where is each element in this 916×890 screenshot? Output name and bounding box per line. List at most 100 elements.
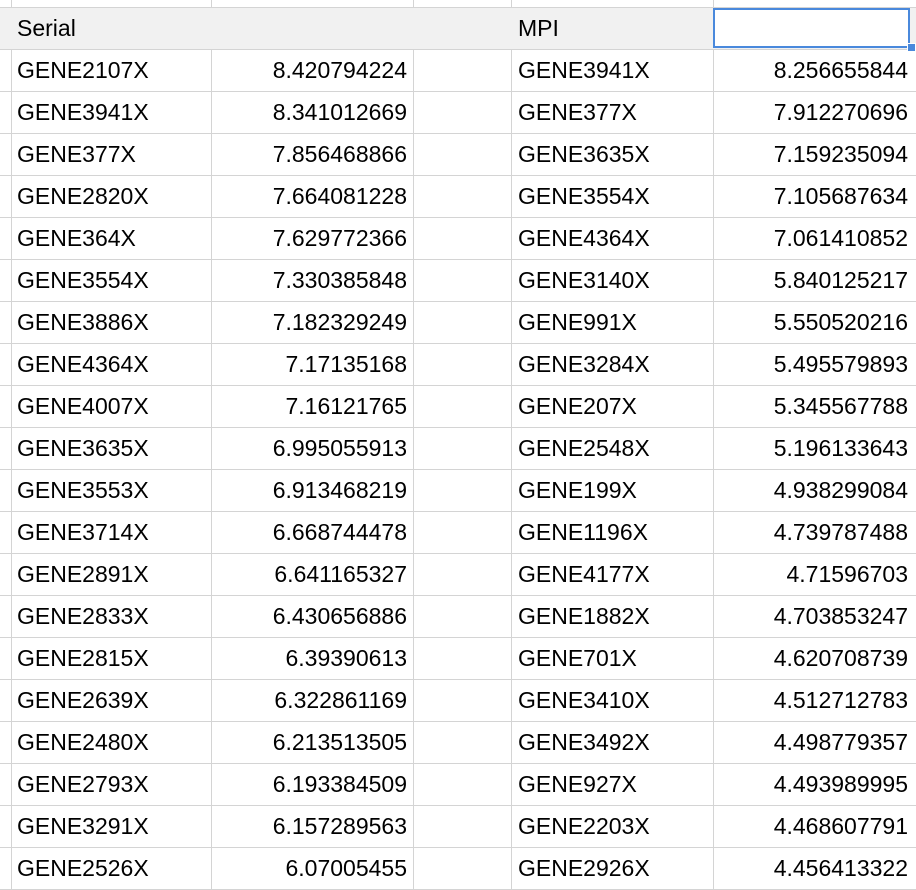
serial-gene-cell[interactable]: GENE2833X [11, 596, 211, 637]
serial-gene-cell[interactable]: GENE2526X [11, 848, 211, 889]
mpi-gene-cell[interactable]: GENE377X [511, 92, 713, 133]
serial-gene-cell[interactable]: GENE3714X [11, 512, 211, 553]
serial-value-cell[interactable]: 6.193384509 [211, 764, 413, 805]
serial-value-cell[interactable]: 6.668744478 [211, 512, 413, 553]
serial-gene-cell[interactable]: GENE364X [11, 218, 211, 259]
empty-cell[interactable] [413, 554, 511, 595]
empty-cell[interactable] [413, 428, 511, 469]
empty-cell[interactable] [413, 764, 511, 805]
mpi-gene-cell[interactable]: GENE3941X [511, 50, 713, 91]
serial-gene-cell[interactable]: GENE2815X [11, 638, 211, 679]
serial-value-cell[interactable]: 6.157289563 [211, 806, 413, 847]
mpi-value-cell[interactable]: 5.495579893 [713, 344, 916, 385]
mpi-gene-cell[interactable]: GENE199X [511, 470, 713, 511]
serial-gene-cell[interactable]: GENE2639X [11, 680, 211, 721]
empty-cell[interactable] [413, 176, 511, 217]
serial-gene-cell[interactable]: GENE4364X [11, 344, 211, 385]
mpi-gene-cell[interactable]: GENE3284X [511, 344, 713, 385]
empty-cell[interactable] [413, 470, 511, 511]
mpi-value-cell[interactable]: 7.105687634 [713, 176, 916, 217]
mpi-gene-cell[interactable]: GENE207X [511, 386, 713, 427]
mpi-value-cell[interactable]: 4.71596703 [713, 554, 916, 595]
serial-gene-cell[interactable]: GENE3941X [11, 92, 211, 133]
mpi-value-cell[interactable]: 5.196133643 [713, 428, 916, 469]
serial-value-cell[interactable]: 6.39390613 [211, 638, 413, 679]
serial-gene-cell[interactable]: GENE2480X [11, 722, 211, 763]
active-cell-selection[interactable] [713, 8, 910, 48]
mpi-value-cell[interactable]: 4.703853247 [713, 596, 916, 637]
fill-handle[interactable] [907, 43, 916, 52]
empty-cell[interactable] [413, 680, 511, 721]
mpi-gene-cell[interactable]: GENE1196X [511, 512, 713, 553]
mpi-value-cell[interactable]: 4.512712783 [713, 680, 916, 721]
mpi-gene-cell[interactable]: GENE2203X [511, 806, 713, 847]
empty-cell[interactable] [413, 512, 511, 553]
empty-cell[interactable] [413, 638, 511, 679]
serial-gene-cell[interactable]: GENE2793X [11, 764, 211, 805]
header-cell-b[interactable] [211, 8, 413, 49]
mpi-gene-cell[interactable]: GENE3635X [511, 134, 713, 175]
empty-cell[interactable] [413, 302, 511, 343]
empty-cell[interactable] [413, 722, 511, 763]
serial-value-cell[interactable]: 6.995055913 [211, 428, 413, 469]
mpi-value-cell[interactable]: 5.840125217 [713, 260, 916, 301]
serial-value-cell[interactable]: 6.641165327 [211, 554, 413, 595]
mpi-gene-cell[interactable]: GENE701X [511, 638, 713, 679]
mpi-value-cell[interactable]: 7.159235094 [713, 134, 916, 175]
mpi-value-cell[interactable]: 4.620708739 [713, 638, 916, 679]
serial-value-cell[interactable]: 7.330385848 [211, 260, 413, 301]
serial-value-cell[interactable]: 7.17135168 [211, 344, 413, 385]
mpi-value-cell[interactable]: 4.468607791 [713, 806, 916, 847]
mpi-gene-cell[interactable]: GENE3410X [511, 680, 713, 721]
serial-value-cell[interactable]: 8.420794224 [211, 50, 413, 91]
mpi-gene-cell[interactable]: GENE927X [511, 764, 713, 805]
mpi-gene-cell[interactable]: GENE4364X [511, 218, 713, 259]
mpi-value-cell[interactable]: 4.456413322 [713, 848, 916, 889]
serial-gene-cell[interactable]: GENE3553X [11, 470, 211, 511]
empty-cell[interactable] [413, 386, 511, 427]
mpi-value-cell[interactable]: 5.345567788 [713, 386, 916, 427]
mpi-gene-cell[interactable]: GENE2548X [511, 428, 713, 469]
serial-value-cell[interactable]: 7.16121765 [211, 386, 413, 427]
mpi-value-cell[interactable]: 4.493989995 [713, 764, 916, 805]
serial-gene-cell[interactable]: GENE2107X [11, 50, 211, 91]
header-cell-mpi[interactable]: MPI [511, 8, 713, 49]
serial-value-cell[interactable]: 7.856468866 [211, 134, 413, 175]
mpi-value-cell[interactable]: 8.256655844 [713, 50, 916, 91]
mpi-value-cell[interactable]: 7.061410852 [713, 218, 916, 259]
empty-cell[interactable] [413, 92, 511, 133]
empty-cell[interactable] [413, 134, 511, 175]
serial-value-cell[interactable]: 6.07005455 [211, 848, 413, 889]
mpi-value-cell[interactable]: 4.938299084 [713, 470, 916, 511]
mpi-gene-cell[interactable]: GENE3554X [511, 176, 713, 217]
empty-cell[interactable] [413, 848, 511, 889]
empty-cell[interactable] [413, 50, 511, 91]
serial-gene-cell[interactable]: GENE2891X [11, 554, 211, 595]
mpi-value-cell[interactable]: 7.912270696 [713, 92, 916, 133]
serial-gene-cell[interactable]: GENE3291X [11, 806, 211, 847]
empty-cell[interactable] [413, 218, 511, 259]
mpi-gene-cell[interactable]: GENE3492X [511, 722, 713, 763]
serial-value-cell[interactable]: 6.430656886 [211, 596, 413, 637]
serial-gene-cell[interactable]: GENE3886X [11, 302, 211, 343]
mpi-gene-cell[interactable]: GENE3140X [511, 260, 713, 301]
empty-cell[interactable] [413, 344, 511, 385]
serial-gene-cell[interactable]: GENE4007X [11, 386, 211, 427]
mpi-gene-cell[interactable]: GENE4177X [511, 554, 713, 595]
serial-value-cell[interactable]: 8.341012669 [211, 92, 413, 133]
header-cell-serial[interactable]: Serial [11, 8, 211, 49]
serial-value-cell[interactable]: 7.182329249 [211, 302, 413, 343]
header-cell-c[interactable] [413, 8, 511, 49]
serial-value-cell[interactable]: 7.664081228 [211, 176, 413, 217]
serial-value-cell[interactable]: 7.629772366 [211, 218, 413, 259]
empty-cell[interactable] [413, 596, 511, 637]
mpi-gene-cell[interactable]: GENE991X [511, 302, 713, 343]
mpi-gene-cell[interactable]: GENE2926X [511, 848, 713, 889]
serial-gene-cell[interactable]: GENE377X [11, 134, 211, 175]
empty-cell[interactable] [413, 806, 511, 847]
empty-cell[interactable] [413, 260, 511, 301]
serial-gene-cell[interactable]: GENE2820X [11, 176, 211, 217]
serial-value-cell[interactable]: 6.913468219 [211, 470, 413, 511]
serial-value-cell[interactable]: 6.213513505 [211, 722, 413, 763]
serial-gene-cell[interactable]: GENE3554X [11, 260, 211, 301]
